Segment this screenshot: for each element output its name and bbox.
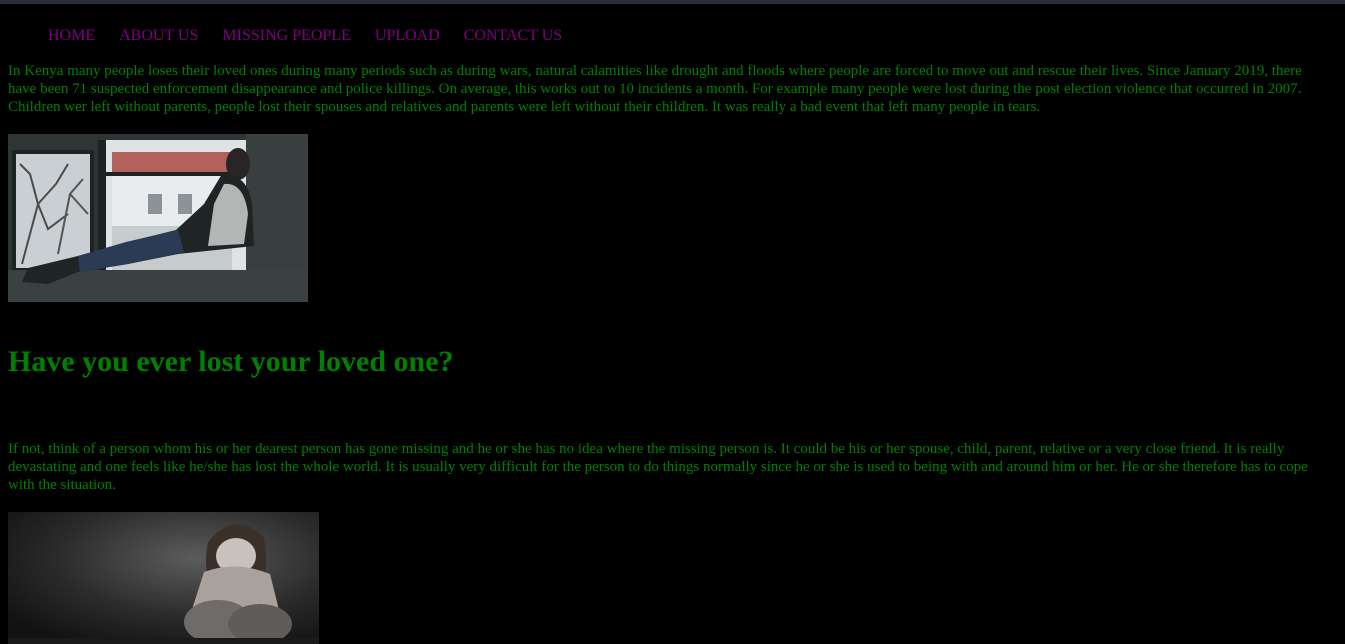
nav-item-upload: UPLOAD [375, 27, 440, 45]
window-top-border [0, 0, 1345, 4]
nav-link-upload[interactable]: UPLOAD [375, 27, 440, 44]
nav-link-home[interactable]: HOME [48, 27, 95, 44]
main-navigation: HOME ABOUT US MISSING PEOPLE UPLOAD CONT… [48, 27, 586, 45]
section-heading: Have you ever lost your loved one? [8, 345, 454, 378]
nav-link-about-us[interactable]: ABOUT US [119, 27, 198, 44]
nav-item-about-us: ABOUT US [119, 27, 198, 45]
nav-item-home: HOME [48, 27, 95, 45]
person-at-window-image [8, 134, 308, 302]
body-paragraph: If not, think of a person whom his or he… [8, 441, 1308, 493]
nav-link-missing-people[interactable]: MISSING PEOPLE [222, 27, 350, 44]
nav-link-contact-us[interactable]: CONTACT US [464, 27, 562, 44]
nav-item-missing-people: MISSING PEOPLE [222, 27, 350, 45]
crying-woman-image [8, 512, 319, 644]
intro-paragraph: In Kenya many people loses their loved o… [8, 63, 1302, 115]
nav-item-contact-us: CONTACT US [464, 27, 562, 45]
